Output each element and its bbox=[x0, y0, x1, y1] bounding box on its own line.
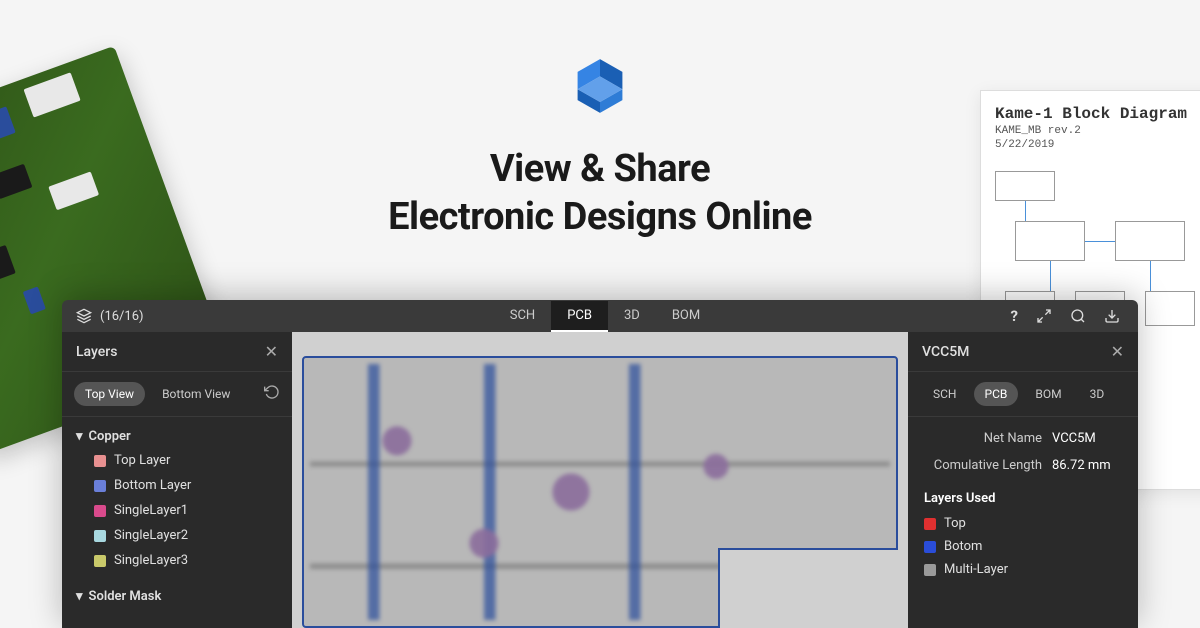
pcb-artwork bbox=[302, 356, 898, 628]
layer-count: (16/16) bbox=[100, 309, 144, 324]
tab-sch[interactable]: SCH bbox=[494, 301, 551, 332]
top-view-toggle[interactable]: Top View bbox=[74, 382, 145, 406]
layer-label: Multi-Layer bbox=[944, 562, 1008, 577]
layer-label: SingleLayer2 bbox=[114, 528, 188, 543]
fullscreen-icon[interactable] bbox=[1036, 308, 1052, 324]
download-icon[interactable] bbox=[1104, 308, 1120, 324]
view-tabs: SCH PCB 3D BOM bbox=[302, 301, 908, 332]
layer-used-item: Top bbox=[908, 512, 1138, 535]
detail-tab-3d[interactable]: 3D bbox=[1079, 382, 1116, 406]
net-title: VCC5M bbox=[922, 344, 969, 360]
chevron-down-icon: ▾ bbox=[76, 589, 83, 604]
close-icon[interactable]: ✕ bbox=[265, 342, 278, 361]
tab-bom[interactable]: BOM bbox=[656, 301, 716, 332]
layer-item[interactable]: SingleLayer2 bbox=[76, 523, 278, 548]
detail-tab-pcb[interactable]: PCB bbox=[974, 382, 1019, 406]
tab-3d[interactable]: 3D bbox=[608, 301, 656, 332]
layer-swatch bbox=[94, 555, 106, 567]
layer-label: Top Layer bbox=[114, 453, 170, 468]
layers-used-title: Layers Used bbox=[908, 479, 1138, 512]
brand-logo bbox=[568, 54, 632, 118]
layer-used-item: Multi-Layer bbox=[908, 558, 1138, 581]
prop-label: Comulative Length bbox=[924, 458, 1042, 473]
prop-value: VCC5M bbox=[1042, 431, 1122, 446]
layer-item[interactable]: Top Layer bbox=[76, 448, 278, 473]
detail-tab-bom[interactable]: BOM bbox=[1024, 382, 1072, 406]
layer-group-label: Solder Mask bbox=[89, 589, 162, 604]
layer-swatch bbox=[924, 541, 936, 553]
layer-item[interactable]: Bottom Layer bbox=[76, 473, 278, 498]
layer-swatch bbox=[924, 564, 936, 576]
history-icon[interactable] bbox=[264, 384, 280, 404]
design-viewer: (16/16) SCH PCB 3D BOM ? Layers ✕ bbox=[62, 300, 1138, 628]
hero-title: View & Share Electronic Designs Online bbox=[0, 146, 1200, 241]
tab-pcb[interactable]: PCB bbox=[551, 301, 608, 332]
layer-group-copper[interactable]: ▾ Copper bbox=[76, 425, 278, 448]
close-icon[interactable]: ✕ bbox=[1111, 342, 1124, 361]
layers-icon[interactable] bbox=[76, 308, 92, 324]
detail-tab-sch[interactable]: SCH bbox=[922, 382, 968, 406]
layer-item[interactable]: SingleLayer3 bbox=[76, 548, 278, 573]
help-icon[interactable]: ? bbox=[1011, 307, 1018, 325]
layer-swatch bbox=[94, 480, 106, 492]
layer-swatch bbox=[94, 455, 106, 467]
layer-label: Top bbox=[944, 516, 966, 531]
layer-used-item: Botom bbox=[908, 535, 1138, 558]
hero-title-line1: View & Share bbox=[0, 146, 1200, 194]
layer-label: Botom bbox=[944, 539, 982, 554]
pcb-canvas[interactable] bbox=[292, 332, 908, 628]
layer-label: SingleLayer3 bbox=[114, 553, 188, 568]
layer-swatch bbox=[924, 518, 936, 530]
prop-label: Net Name bbox=[924, 431, 1042, 446]
layer-label: Bottom Layer bbox=[114, 478, 191, 493]
net-detail-panel: VCC5M ✕ SCH PCB BOM 3D Net Name VCC5M Co… bbox=[908, 332, 1138, 628]
bottom-view-toggle[interactable]: Bottom View bbox=[151, 382, 241, 406]
layers-panel-title: Layers bbox=[76, 344, 117, 360]
layer-group-label: Copper bbox=[89, 429, 131, 444]
layer-swatch bbox=[94, 530, 106, 542]
layer-group-soldermask[interactable]: ▾ Solder Mask bbox=[76, 585, 278, 608]
prop-value: 86.72 mm bbox=[1042, 458, 1122, 473]
layers-panel: Layers ✕ Top View Bottom View ▾ Copper T… bbox=[62, 332, 292, 628]
viewer-topbar: (16/16) SCH PCB 3D BOM ? bbox=[62, 300, 1138, 332]
search-icon[interactable] bbox=[1070, 308, 1086, 324]
layer-item[interactable]: SingleLayer1 bbox=[76, 498, 278, 523]
chevron-down-icon: ▾ bbox=[76, 429, 83, 444]
hero-title-line2: Electronic Designs Online bbox=[0, 194, 1200, 242]
layer-label: SingleLayer1 bbox=[114, 503, 188, 518]
layer-swatch bbox=[94, 505, 106, 517]
